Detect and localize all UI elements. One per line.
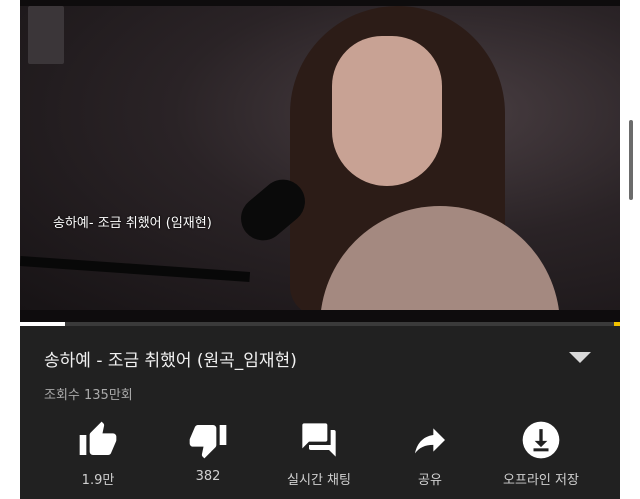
download-icon	[522, 421, 560, 459]
expand-description-icon[interactable]	[569, 352, 591, 363]
video-title[interactable]: 송하예 - 조금 취했어 (원곡_임재현)	[44, 346, 297, 371]
thumbs-up-icon	[79, 421, 117, 455]
scrollbar[interactable]	[629, 120, 633, 200]
ad-marker	[614, 322, 620, 326]
download-button[interactable]: 오프라인 저장	[486, 420, 596, 490]
live-chat-icon	[302, 423, 336, 457]
dislike-count: 382	[195, 469, 221, 484]
video-player[interactable]: 송하예- 조금 취했어 (임재현)	[20, 0, 620, 322]
live-chat-label: 실시간 채팅	[287, 473, 351, 488]
like-button[interactable]: 1.9만	[43, 420, 153, 490]
view-count: 조회수 135만회	[44, 388, 133, 403]
singer-face	[332, 36, 442, 186]
share-label: 공유	[418, 473, 442, 488]
thumbs-down-icon	[189, 425, 227, 459]
share-icon	[415, 428, 445, 454]
wall-panel	[28, 6, 64, 64]
live-chat-button[interactable]: 실시간 채팅	[264, 420, 374, 490]
video-frame[interactable]: 송하예- 조금 취했어 (임재현)	[20, 6, 620, 310]
progress-played	[20, 322, 65, 326]
mic-stand	[20, 255, 251, 283]
dislike-button[interactable]: 382	[153, 420, 263, 490]
share-button[interactable]: 공유	[375, 420, 485, 490]
progress-bar[interactable]	[20, 322, 620, 326]
like-count: 1.9만	[81, 473, 115, 488]
download-label: 오프라인 저장	[503, 473, 579, 488]
video-caption: 송하예- 조금 취했어 (임재현)	[53, 216, 212, 231]
watch-page: 송하예- 조금 취했어 (임재현) 송하예 - 조금 취했어 (원곡_임재현) …	[20, 0, 620, 499]
